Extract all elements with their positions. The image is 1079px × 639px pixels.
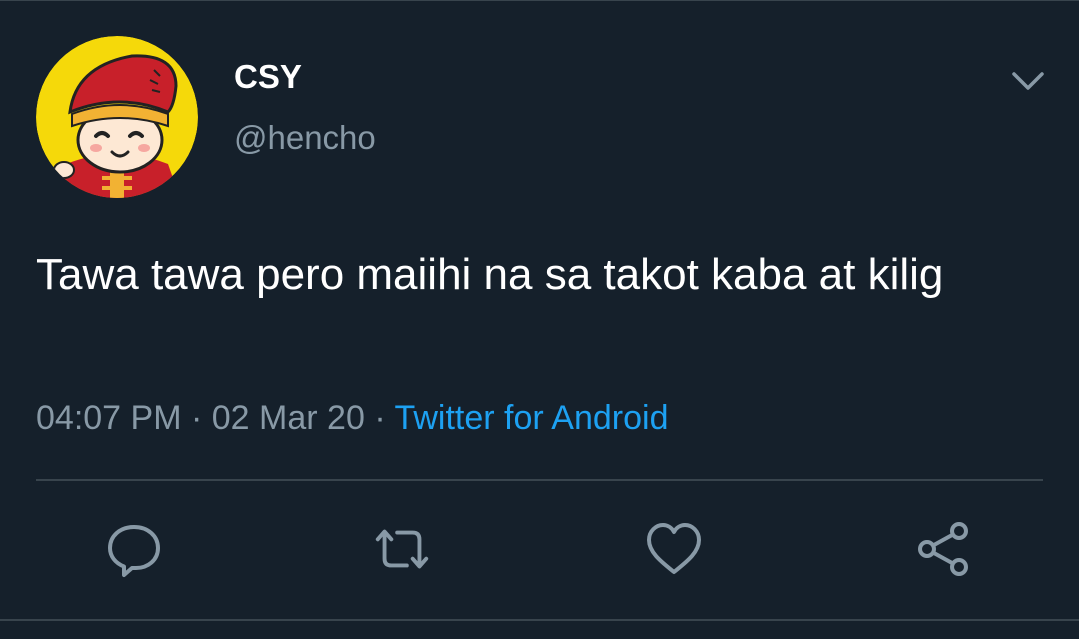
share-button[interactable]	[912, 517, 976, 581]
tweet-source-link[interactable]: Twitter for Android	[394, 399, 668, 437]
reply-button[interactable]	[102, 517, 166, 581]
bottom-divider	[0, 619, 1079, 621]
avatar-illustration-icon	[36, 36, 198, 198]
tweet-metadata: 04:07 PM · 02 Mar 20 · Twitter for Andro…	[36, 397, 669, 439]
divider	[36, 479, 1043, 481]
display-name[interactable]: CSY	[234, 59, 302, 95]
meta-separator: ·	[190, 399, 203, 437]
chevron-down-icon	[1012, 72, 1044, 90]
avatar[interactable]	[36, 36, 198, 198]
tweet-detail: CSY @hencho Tawa tawa pero maiihi na sa …	[0, 0, 1079, 639]
tweet-date[interactable]: 02 Mar 20	[212, 399, 365, 437]
more-options-button[interactable]	[1008, 63, 1048, 99]
heart-icon	[647, 523, 701, 574]
tweet-time[interactable]: 04:07 PM	[36, 399, 182, 437]
retweet-button[interactable]	[370, 517, 434, 581]
retweet-icon	[375, 529, 429, 569]
share-icon	[918, 522, 968, 576]
user-handle[interactable]: @hencho	[234, 119, 376, 157]
meta-separator: ·	[374, 399, 386, 437]
tweet-text: Tawa tawa pero maiihi na sa takot kaba a…	[36, 250, 944, 299]
like-button[interactable]	[642, 517, 706, 581]
reply-icon	[108, 525, 160, 577]
